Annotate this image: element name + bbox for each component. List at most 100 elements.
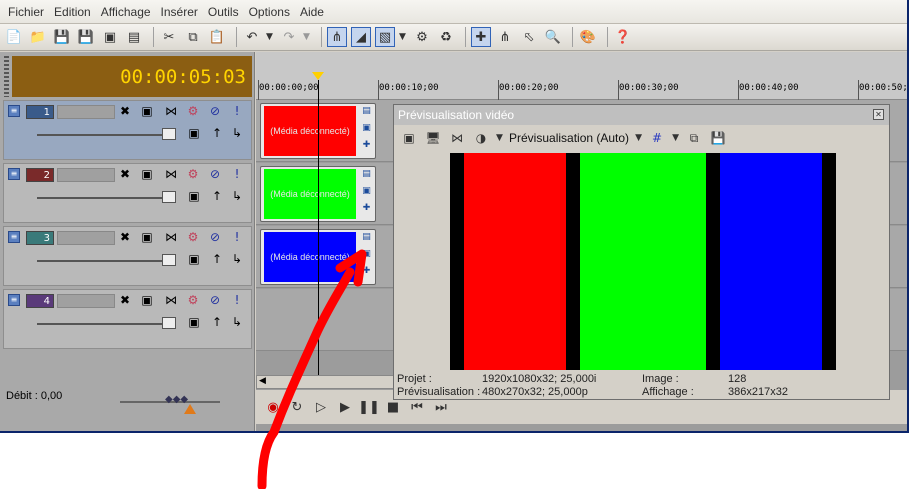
- opacity-slider-knob[interactable]: [162, 317, 176, 329]
- help-icon[interactable]: ❓: [613, 27, 633, 47]
- preview-properties-icon[interactable]: ▣: [400, 129, 418, 147]
- composite-icon[interactable]: ▣: [139, 292, 155, 308]
- collapse-track-icon[interactable]: ≡: [8, 168, 20, 180]
- redo-dropdown-icon[interactable]: ▼: [303, 32, 313, 42]
- track-header-1[interactable]: ≡ 1 ✖ ▣ ⋈ ⚙ ⊘ ! ▣ ↑ ↳: [3, 100, 252, 160]
- solo-icon[interactable]: !: [229, 166, 245, 182]
- menu-fichier[interactable]: Fichier: [4, 5, 48, 19]
- zoom-edit-icon[interactable]: 🔍: [543, 27, 563, 47]
- menu-outils[interactable]: Outils: [204, 5, 243, 19]
- opacity-slider-knob[interactable]: [162, 128, 176, 140]
- track-header-3[interactable]: ≡ 3 ✖ ▣ ⋈ ⚙ ⊘ ! ▣ ↑ ↳: [3, 226, 252, 286]
- compositing-mode-icon[interactable]: ▣: [186, 125, 202, 141]
- solo-icon[interactable]: !: [229, 292, 245, 308]
- parent-track-icon[interactable]: ↑: [209, 188, 225, 204]
- track-header-4[interactable]: ≡ 4 ✖ ▣ ⋈ ⚙ ⊘ ! ▣ ↑ ↳: [3, 289, 252, 349]
- composite-icon[interactable]: ▣: [139, 103, 155, 119]
- track-fx-icon[interactable]: ⚙: [185, 292, 201, 308]
- undo-icon[interactable]: ↶: [242, 27, 262, 47]
- track-name-field[interactable]: [57, 105, 115, 119]
- collapse-track-icon[interactable]: ≡: [8, 231, 20, 243]
- solo-icon[interactable]: !: [229, 103, 245, 119]
- save-icon[interactable]: 💾: [52, 27, 72, 47]
- rate-marker-icon[interactable]: [184, 404, 196, 414]
- auto-crossfade-icon[interactable]: ◢: [351, 27, 371, 47]
- menu-options[interactable]: Options: [245, 5, 294, 19]
- video-fx-icon[interactable]: ⋈: [448, 129, 466, 147]
- play-from-start-icon[interactable]: ▷: [312, 398, 330, 416]
- clip-fx-icon[interactable]: ▤: [360, 106, 373, 117]
- motion-icon[interactable]: ✖: [117, 292, 133, 308]
- panel-grip[interactable]: [4, 56, 9, 97]
- opacity-slider-knob[interactable]: [162, 191, 176, 203]
- go-to-start-icon[interactable]: ⏮: [408, 398, 426, 416]
- track-fx-icon[interactable]: ⚙: [185, 103, 201, 119]
- menu-edition[interactable]: Edition: [50, 5, 95, 19]
- selection-edit-icon[interactable]: ⬁: [519, 27, 539, 47]
- compositing-mode-icon[interactable]: ▣: [186, 251, 202, 267]
- clip-pan-icon[interactable]: ✚: [360, 140, 373, 151]
- save-snapshot-icon[interactable]: 💾: [709, 129, 727, 147]
- ignore-grouping-icon[interactable]: ♻: [436, 27, 456, 47]
- paste-icon[interactable]: 📋: [207, 27, 227, 47]
- fx-chain-icon[interactable]: ⋈: [163, 229, 179, 245]
- scroll-left-icon[interactable]: ◀: [259, 376, 266, 386]
- cut-icon[interactable]: ✂: [159, 27, 179, 47]
- loop-icon[interactable]: ↻: [288, 398, 306, 416]
- collapse-track-icon[interactable]: ≡: [8, 105, 20, 117]
- opacity-slider[interactable]: [37, 323, 167, 325]
- undo-dropdown-icon[interactable]: ▼: [266, 32, 276, 42]
- playhead-marker-icon[interactable]: [312, 72, 324, 80]
- menu-affichage[interactable]: Affichage: [97, 5, 155, 19]
- clip-fx-icon[interactable]: ▤: [360, 232, 373, 243]
- copy-icon[interactable]: ⧉: [183, 27, 203, 47]
- split-screen-icon[interactable]: ◑: [472, 129, 490, 147]
- ripple-icon[interactable]: ▧: [375, 27, 395, 47]
- track-name-field[interactable]: [57, 168, 115, 182]
- clip-pan-icon[interactable]: ✚: [360, 203, 373, 214]
- composite-icon[interactable]: ▣: [139, 166, 155, 182]
- fx-chain-icon[interactable]: ⋈: [163, 292, 179, 308]
- overlays-icon[interactable]: #: [648, 129, 666, 147]
- track-name-field[interactable]: [57, 231, 115, 245]
- snap-icon[interactable]: ⋔: [327, 27, 347, 47]
- child-track-icon[interactable]: ↳: [229, 125, 245, 141]
- child-track-icon[interactable]: ↳: [229, 188, 245, 204]
- mute-icon[interactable]: ⊘: [207, 229, 223, 245]
- menu-aide[interactable]: Aide: [296, 5, 328, 19]
- redo-icon[interactable]: ↷: [279, 27, 299, 47]
- pause-icon[interactable]: ❚❚: [358, 398, 380, 416]
- clip-crop-icon[interactable]: ▣: [360, 186, 373, 197]
- lock-envelope-icon[interactable]: ⚙: [412, 27, 432, 47]
- time-ruler[interactable]: 00:00:00;00 00:00:10;00 00:00:20;00 00:0…: [256, 52, 907, 100]
- save-as-icon[interactable]: 💾: [76, 27, 96, 47]
- external-monitor-icon[interactable]: 🖥: [424, 129, 442, 147]
- track-fx-icon[interactable]: ⚙: [185, 229, 201, 245]
- mute-icon[interactable]: ⊘: [207, 103, 223, 119]
- clip-pan-icon[interactable]: ✚: [360, 266, 373, 277]
- mute-icon[interactable]: ⊘: [207, 166, 223, 182]
- play-icon[interactable]: ▶: [336, 398, 354, 416]
- overlays-dropdown-icon[interactable]: ▼: [672, 133, 682, 143]
- render-icon[interactable]: ▣: [100, 27, 120, 47]
- motion-icon[interactable]: ✖: [117, 229, 133, 245]
- preview-quality-dropdown-icon[interactable]: ▼: [496, 133, 506, 143]
- open-folder-icon[interactable]: 📁: [28, 27, 48, 47]
- track-header-2[interactable]: ≡ 2 ✖ ▣ ⋈ ⚙ ⊘ ! ▣ ↑ ↳: [3, 163, 252, 223]
- preview-mode-dropdown-icon[interactable]: ▼: [635, 133, 645, 143]
- close-icon[interactable]: ✕: [873, 109, 884, 120]
- preview-quality-select[interactable]: Prévisualisation (Auto): [509, 131, 629, 145]
- compositing-mode-icon[interactable]: ▣: [186, 314, 202, 330]
- normal-edit-icon[interactable]: ✚: [471, 27, 491, 47]
- parent-track-icon[interactable]: ↑: [209, 314, 225, 330]
- child-track-icon[interactable]: ↳: [229, 314, 245, 330]
- fx-chain-icon[interactable]: ⋈: [163, 103, 179, 119]
- go-to-end-icon[interactable]: ⏭: [432, 398, 450, 416]
- envelope-edit-icon[interactable]: ⋔: [495, 27, 515, 47]
- menu-inserer[interactable]: Insérer: [157, 5, 202, 19]
- composite-icon[interactable]: ▣: [139, 229, 155, 245]
- solo-icon[interactable]: !: [229, 229, 245, 245]
- stop-icon[interactable]: ■: [384, 398, 402, 416]
- compositing-mode-icon[interactable]: ▣: [186, 188, 202, 204]
- record-icon[interactable]: ◉: [264, 398, 282, 416]
